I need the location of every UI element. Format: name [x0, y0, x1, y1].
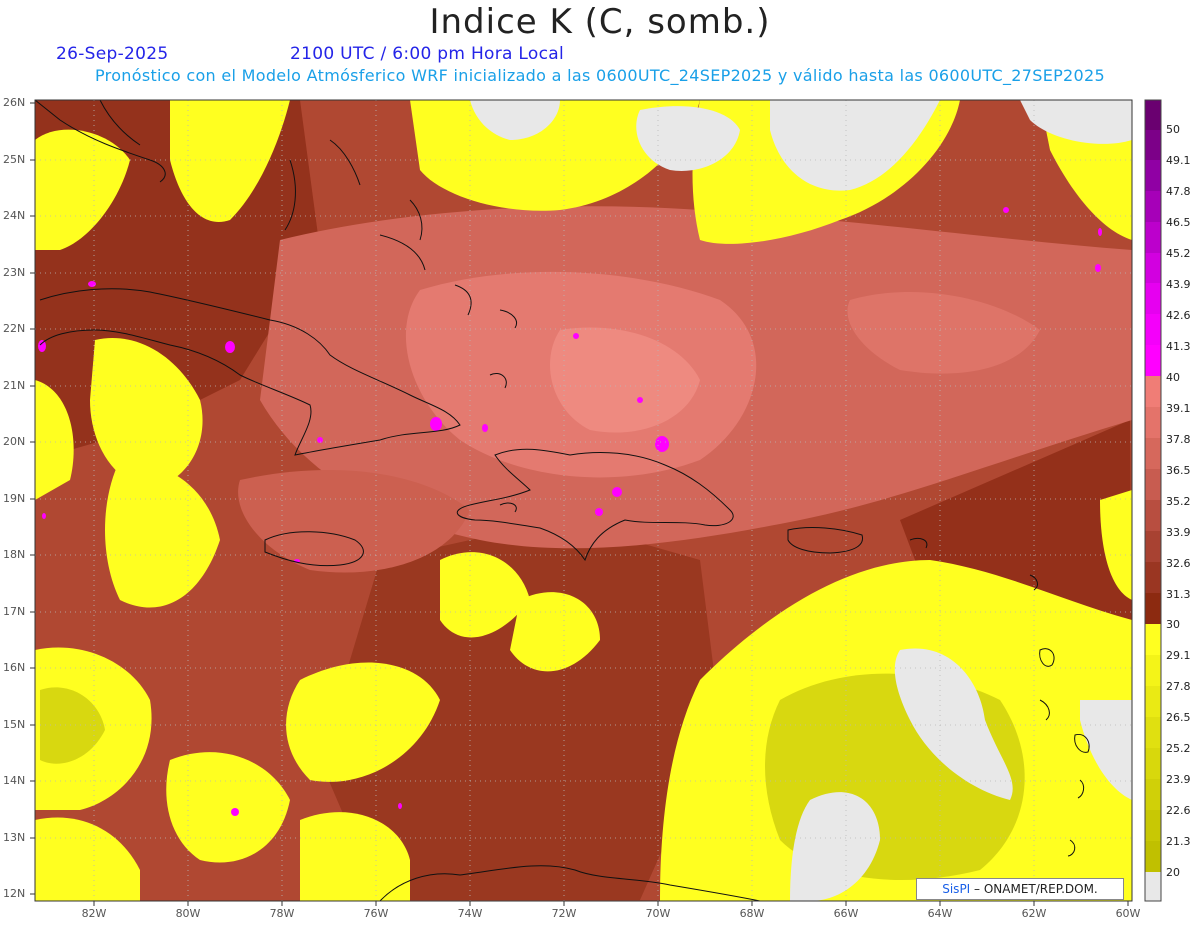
- lon-label: 72W: [551, 907, 577, 920]
- colorbar-label: 50: [1166, 123, 1180, 136]
- colorbar-label: 25.2: [1166, 742, 1191, 755]
- colorbar-label: 33.9: [1166, 526, 1191, 539]
- colorbar-label: 36.5: [1166, 464, 1191, 477]
- colorbar: [1144, 99, 1162, 902]
- lat-label: 24N: [3, 209, 26, 222]
- lon-label: 68W: [739, 907, 765, 920]
- colorbar-label: 40: [1166, 371, 1180, 384]
- colorbar-label: 20: [1166, 866, 1180, 879]
- credit-box: SisPI – ONAMET/REP.DOM.: [916, 878, 1124, 900]
- lon-label: 76W: [363, 907, 389, 920]
- colorbar-label: 49.1: [1166, 154, 1191, 167]
- colorbar-label: 37.8: [1166, 433, 1191, 446]
- lon-label: 64W: [927, 907, 953, 920]
- lat-label: 14N: [3, 774, 26, 787]
- colorbar-label: 31.3: [1166, 588, 1191, 601]
- colorbar-label: 35.2: [1166, 495, 1191, 508]
- lat-label: 22N: [3, 322, 26, 335]
- lon-label: 80W: [175, 907, 201, 920]
- brand-logo: SisPI: [942, 882, 971, 896]
- colorbar-label: 39.1: [1166, 402, 1191, 415]
- lon-label: 62W: [1021, 907, 1047, 920]
- colorbar-label: 27.8: [1166, 680, 1191, 693]
- lat-label: 21N: [3, 379, 26, 392]
- lat-label: 15N: [3, 718, 26, 731]
- lat-label: 25N: [3, 153, 26, 166]
- lat-label: 23N: [3, 266, 26, 279]
- lat-label: 19N: [3, 492, 26, 505]
- colorbar-label: 23.9: [1166, 773, 1191, 786]
- colorbar-label: 32.6: [1166, 557, 1191, 570]
- colorbar-label: 43.9: [1166, 278, 1191, 291]
- lon-label: 74W: [457, 907, 483, 920]
- lon-label: 70W: [645, 907, 671, 920]
- lat-label: 12N: [3, 887, 26, 900]
- k-index-map: [30, 99, 1162, 906]
- colorbar-label: 46.5: [1166, 216, 1191, 229]
- colorbar-label: 22.6: [1166, 804, 1191, 817]
- colorbar-label: 42.6: [1166, 309, 1191, 322]
- colorbar-label: 21.3: [1166, 835, 1191, 848]
- lon-label: 82W: [81, 907, 107, 920]
- lon-label: 60W: [1115, 907, 1141, 920]
- lat-label: 16N: [3, 661, 26, 674]
- colorbar-label: 41.3: [1166, 340, 1191, 353]
- colorbar-label: 29.1: [1166, 649, 1191, 662]
- colorbar-label: 30: [1166, 618, 1180, 631]
- colorbar-label: 47.8: [1166, 185, 1191, 198]
- credit-text: – ONAMET/REP.DOM.: [970, 882, 1098, 896]
- lat-label: 20N: [3, 435, 26, 448]
- colorbar-label: 26.5: [1166, 711, 1191, 724]
- colorbar-label: 45.2: [1166, 247, 1191, 260]
- lat-label: 17N: [3, 605, 26, 618]
- lon-label: 66W: [833, 907, 859, 920]
- shaded-field: [35, 100, 1132, 901]
- lon-label: 78W: [269, 907, 295, 920]
- lat-label: 13N: [3, 831, 26, 844]
- lat-label: 26N: [3, 96, 26, 109]
- lat-label: 18N: [3, 548, 26, 561]
